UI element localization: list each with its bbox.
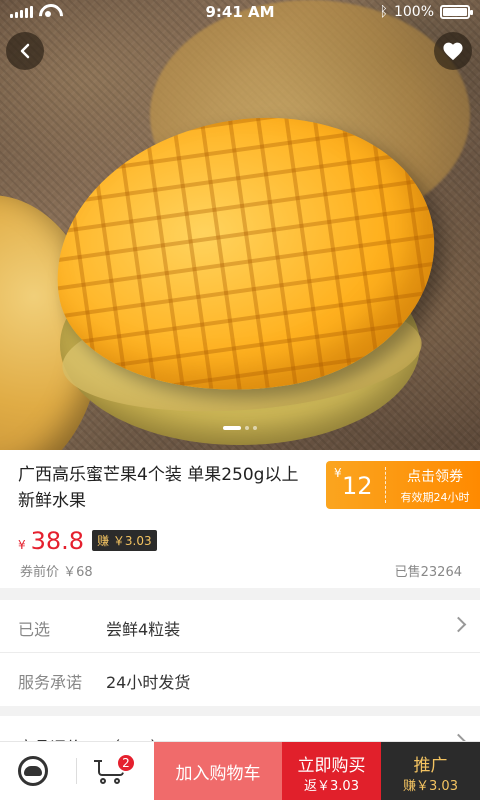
favorite-button[interactable] [434, 32, 472, 70]
product-image-carousel[interactable] [0, 0, 480, 450]
carousel-dot[interactable] [253, 426, 257, 430]
price-row: ¥ 38.8 赚 ￥3.03 [18, 527, 157, 555]
promote-button[interactable]: 推广 赚￥3.03 [381, 742, 480, 800]
product-info: 广西高乐蜜芒果4个装 单果250g以上 新鲜水果 ¥ 12 点击领券 有效期24… [0, 450, 480, 588]
battery-percent: 100% [393, 4, 434, 20]
selected-spec-label: 已选 [18, 620, 51, 639]
sold-count: 已售23264 [394, 565, 462, 580]
carousel-dot-active[interactable] [223, 426, 241, 430]
earn-amount: ￥3.03 [112, 534, 152, 548]
service-promise-label: 服务承诺 [18, 673, 83, 692]
coupon-divider [385, 467, 386, 503]
selected-spec-row[interactable]: 已选 尝鲜4粒装 [0, 600, 480, 653]
buy-now-button[interactable]: 立即购买 返￥3.03 [282, 742, 381, 800]
bottom-action-bar: 2 加入购物车 立即购买 返￥3.03 推广 赚￥3.03 [0, 741, 480, 800]
status-bar: 9:41 AM ᛒ 100% [0, 0, 480, 26]
earn-label: 赚 [97, 534, 110, 548]
options-panel: 已选 尝鲜4粒装 服务承诺 24小时发货 [0, 600, 480, 706]
product-detail-page: 9:41 AM ᛒ 100% 广西高乐蜜芒果4个装 单果250g以上 新鲜水果 … [0, 0, 480, 800]
service-promise-row: 服务承诺 24小时发货 [0, 653, 480, 706]
bluetooth-icon: ᛒ [379, 4, 388, 20]
buy-now-rebate: 返￥3.03 [304, 779, 359, 794]
chevron-right-icon [450, 616, 467, 633]
chevron-left-icon [20, 43, 30, 59]
promote-label: 推广 [413, 756, 448, 776]
back-button[interactable] [6, 32, 44, 70]
customer-service-icon[interactable] [18, 756, 48, 786]
heart-icon [443, 42, 463, 61]
status-right: ᛒ 100% [379, 4, 473, 20]
promote-earn: 赚￥3.03 [403, 779, 458, 794]
cart-count-badge: 2 [116, 753, 136, 773]
coupon-card[interactable]: ¥ 12 点击领券 有效期24小时 [326, 461, 480, 509]
coupon-currency: ¥ [334, 466, 342, 480]
add-to-cart-button[interactable]: 加入购物车 [154, 742, 282, 800]
coupon-amount: 12 [342, 472, 373, 500]
battery-icon [440, 5, 473, 19]
selected-spec-value: 尝鲜4粒装 [106, 620, 181, 639]
coupon-validity: 有效期24小时 [400, 491, 470, 504]
product-price: 38.8 [30, 527, 85, 555]
price-currency: ¥ [18, 538, 26, 552]
service-promise-value: 24小时发货 [106, 673, 191, 692]
divider [76, 758, 77, 784]
product-title: 广西高乐蜜芒果4个装 单果250g以上 新鲜水果 [18, 465, 299, 511]
coupon-claim-label[interactable]: 点击领券 [392, 466, 478, 486]
buy-now-label: 立即购买 [297, 756, 366, 776]
original-price: 券前价 ￥68 [20, 565, 93, 580]
earn-badge: 赚 ￥3.03 [92, 530, 157, 551]
carousel-indicator [0, 426, 480, 430]
carousel-dot[interactable] [245, 426, 249, 430]
